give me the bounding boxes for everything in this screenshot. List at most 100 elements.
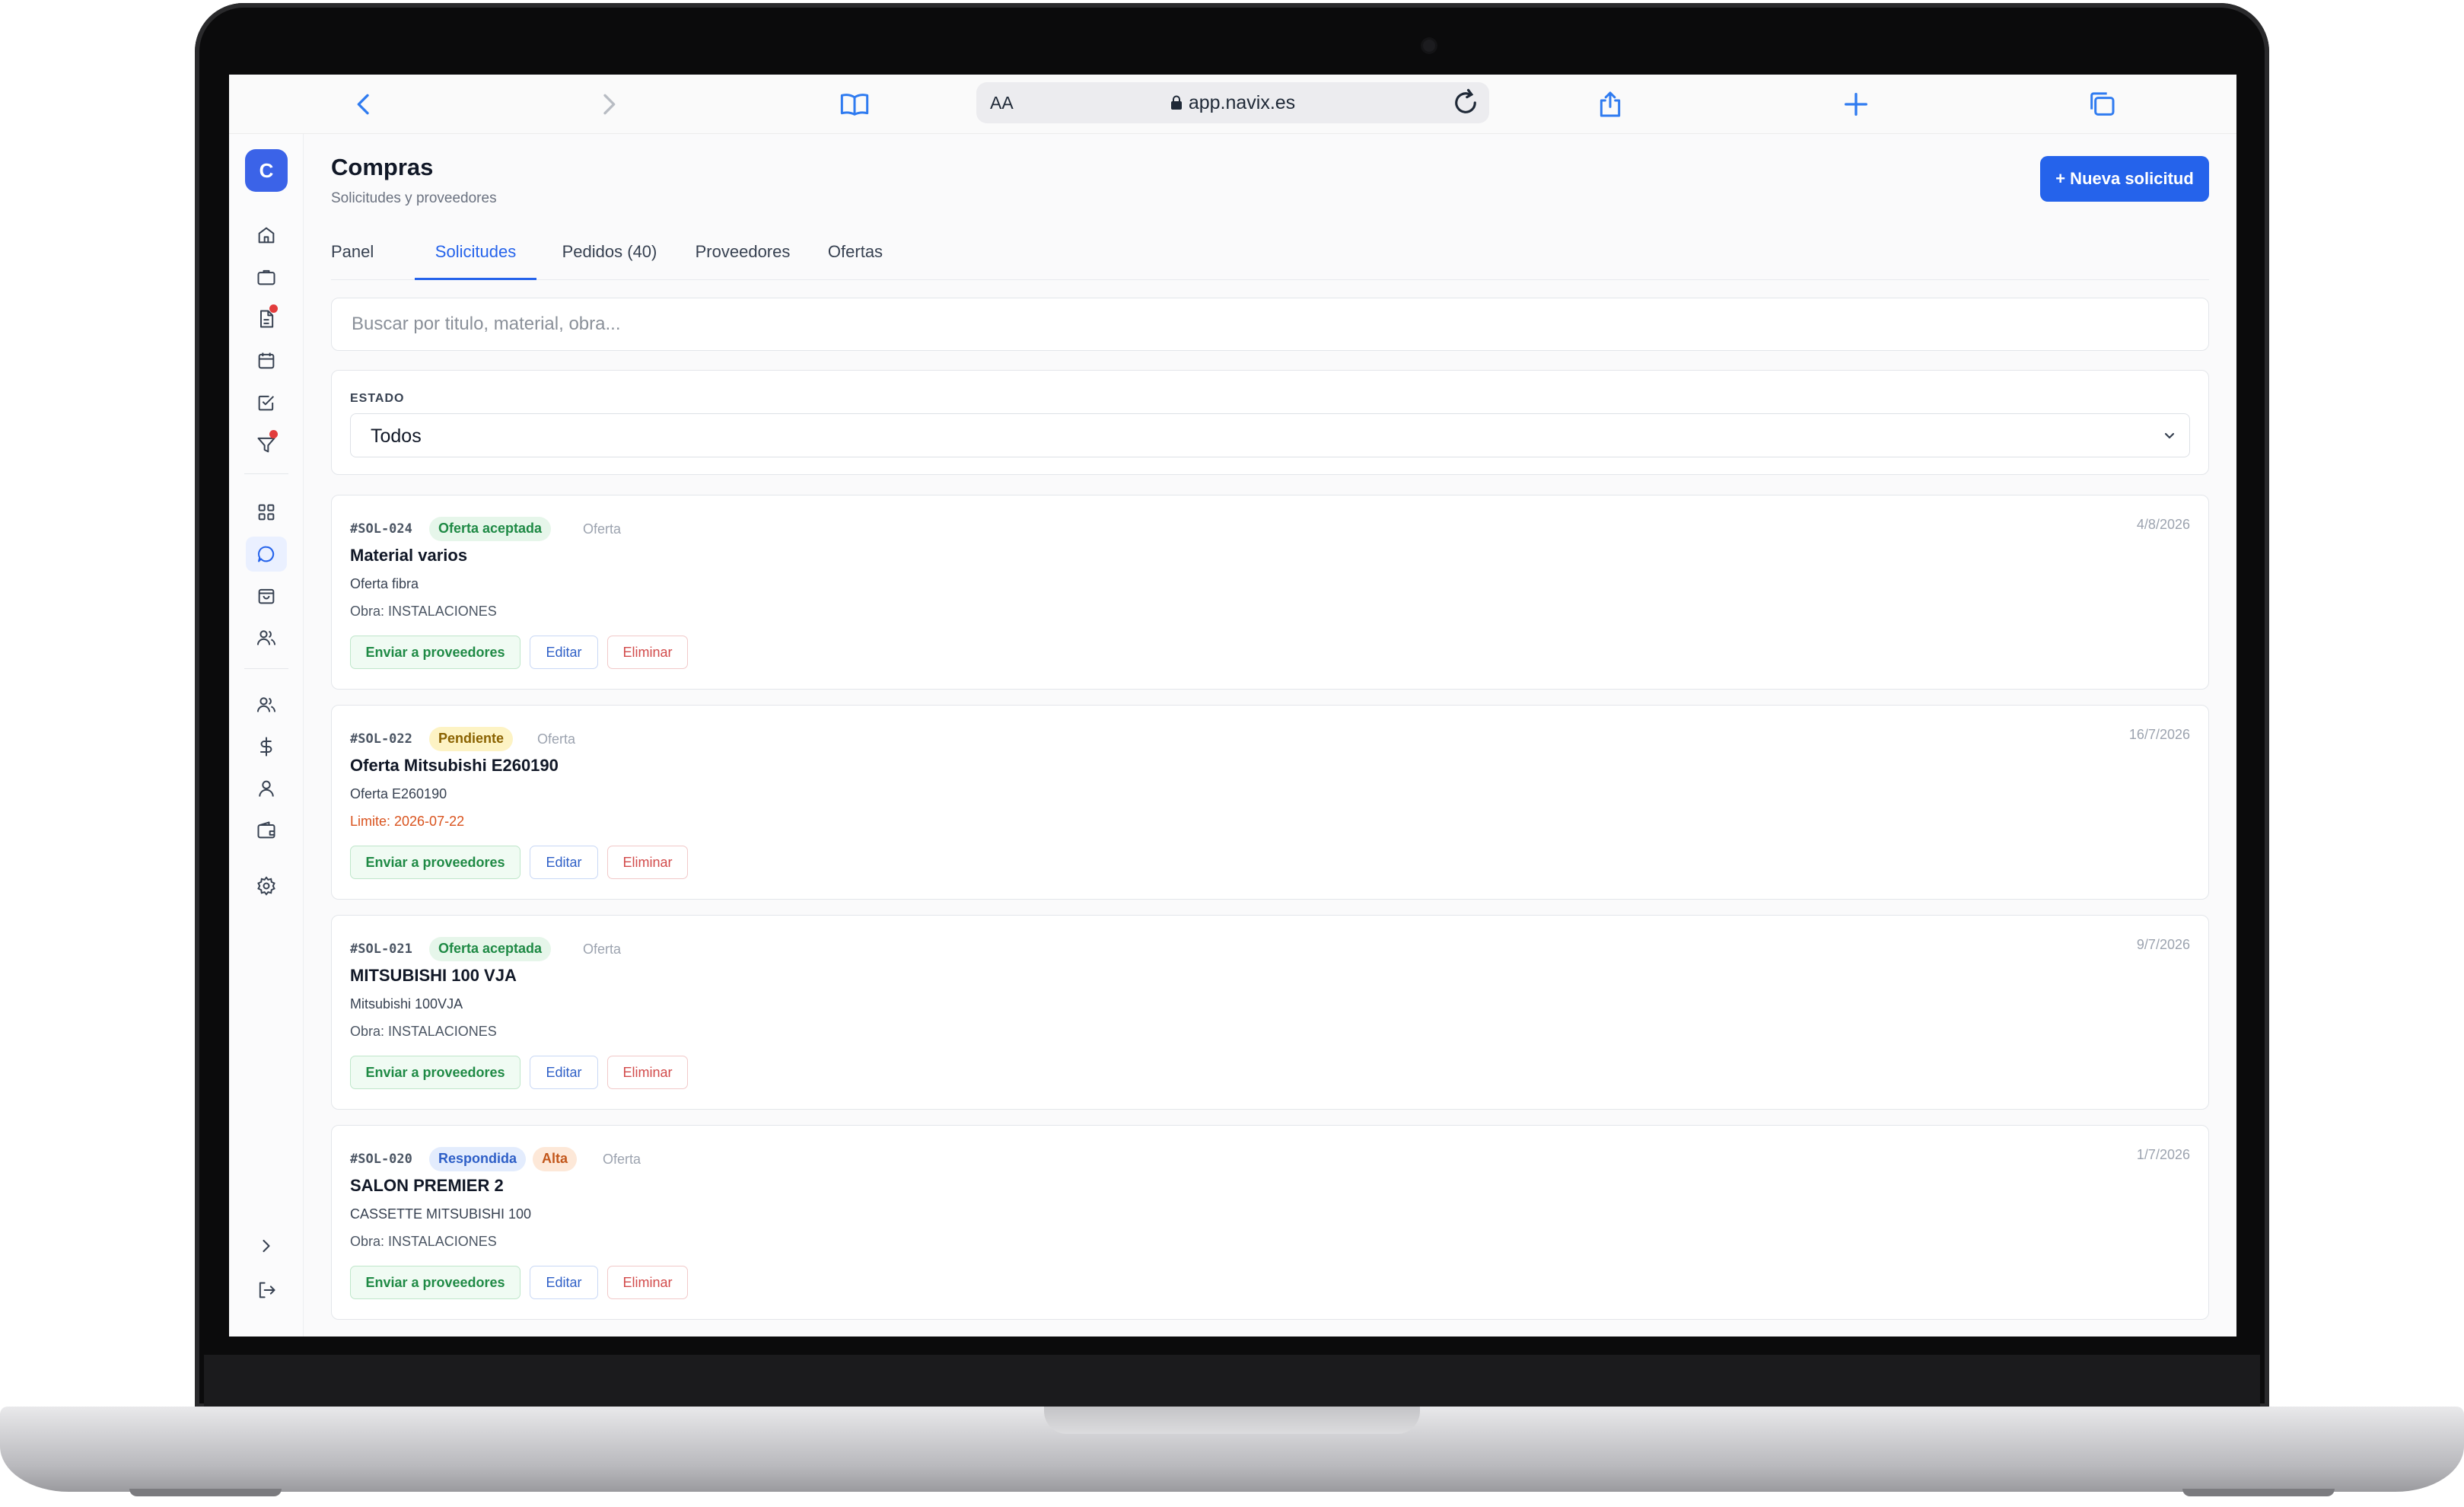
main-content: Compras Solicitudes y proveedores + Nuev… xyxy=(304,134,2236,1337)
delete-button[interactable]: Eliminar xyxy=(607,1056,688,1089)
tab-ofertas[interactable]: Ofertas xyxy=(826,231,885,280)
tab-panel[interactable]: Panel xyxy=(331,231,374,280)
laptop-hinge xyxy=(204,1355,2260,1408)
expand-icon[interactable] xyxy=(246,1228,287,1263)
status-select-value: Todos xyxy=(371,425,422,447)
request-date: 9/7/2026 xyxy=(2136,937,2190,952)
calendar-icon[interactable] xyxy=(246,343,287,378)
delete-button[interactable]: Eliminar xyxy=(607,846,688,879)
forward-icon[interactable] xyxy=(591,87,626,122)
grid-icon[interactable] xyxy=(246,495,287,530)
team-icon[interactable] xyxy=(246,687,287,722)
status-badge: Pendiente xyxy=(429,727,514,751)
notification-dot xyxy=(269,304,278,313)
dollar-icon[interactable] xyxy=(246,729,287,764)
edit-button[interactable]: Editar xyxy=(530,1266,598,1299)
reload-icon[interactable] xyxy=(1450,87,1482,119)
edit-button[interactable]: Editar xyxy=(530,636,598,669)
request-date: 16/7/2026 xyxy=(2128,727,2190,742)
sidebar-divider xyxy=(244,668,288,669)
shopping-bag-icon[interactable] xyxy=(246,578,287,613)
request-meta: Obra: INSTALACIONES xyxy=(350,1234,497,1249)
request-code: #SOL-024 xyxy=(350,521,412,537)
tab-proveedores[interactable]: Proveedores xyxy=(693,231,792,280)
sidebar: C xyxy=(229,134,304,1337)
send-to-suppliers-button[interactable]: Enviar a proveedores xyxy=(350,636,520,669)
laptop-foot xyxy=(129,1489,282,1496)
request-card[interactable]: #SOL-020 Respondida Alta Oferta 1/7/2026 SALO… xyxy=(331,1125,2209,1320)
edit-button[interactable]: Editar xyxy=(530,1056,598,1089)
request-title: Oferta Mitsubishi E260190 xyxy=(350,756,559,775)
request-date: 4/8/2026 xyxy=(2136,517,2190,532)
sidebar-divider xyxy=(244,473,288,474)
laptop-notch xyxy=(1044,1407,1420,1434)
search-input[interactable]: Buscar por titulo, material, obra... xyxy=(331,298,2209,351)
screen: AA app.navix.es C Compras Solicitudes y … xyxy=(229,75,2236,1337)
tabs-overview-icon[interactable] xyxy=(2084,87,2119,122)
status-badge: Oferta aceptada xyxy=(429,517,552,541)
wallet-icon[interactable] xyxy=(246,813,287,848)
request-description: Oferta fibra xyxy=(350,576,419,591)
request-kind: Oferta xyxy=(603,1152,641,1167)
request-card[interactable]: #SOL-021 Oferta aceptada Oferta 9/7/2026 MIT… xyxy=(331,915,2209,1110)
back-icon[interactable] xyxy=(346,87,381,122)
checklist-icon[interactable] xyxy=(246,385,287,420)
delete-button[interactable]: Eliminar xyxy=(607,1266,688,1299)
chevron-down-icon xyxy=(2164,432,2175,439)
request-title: SALON PREMIER 2 xyxy=(350,1176,504,1195)
request-description: Mitsubishi 100VJA xyxy=(350,996,463,1012)
status-filter: ESTADO Todos xyxy=(331,370,2209,475)
status-filter-label: ESTADO xyxy=(350,392,405,405)
send-to-suppliers-button[interactable]: Enviar a proveedores xyxy=(350,1266,520,1299)
notification-dot xyxy=(269,430,278,438)
address-bar[interactable]: AA app.navix.es xyxy=(976,82,1489,123)
filter-icon[interactable] xyxy=(246,427,287,462)
url-display: app.navix.es xyxy=(976,92,1489,114)
request-meta: Limite: 2026-07-22 xyxy=(350,814,465,829)
edit-button[interactable]: Editar xyxy=(530,846,598,879)
tab-pedidos[interactable]: Pedidos (40) xyxy=(559,231,660,280)
page-title: Compras xyxy=(331,154,434,180)
status-badge: Alta xyxy=(533,1147,578,1171)
logout-icon[interactable] xyxy=(246,1273,287,1308)
chat-icon[interactable] xyxy=(246,537,287,572)
bookmarks-icon[interactable] xyxy=(837,87,872,122)
request-code: #SOL-021 xyxy=(350,941,412,957)
camera xyxy=(1423,40,1435,52)
user-icon[interactable] xyxy=(246,771,287,806)
browser-toolbar: AA app.navix.es xyxy=(229,75,2236,134)
share-icon[interactable] xyxy=(1593,87,1628,122)
request-title: Material varios xyxy=(350,546,468,565)
url-text: app.navix.es xyxy=(1188,92,1296,113)
request-kind: Oferta xyxy=(537,731,576,747)
delete-button[interactable]: Eliminar xyxy=(607,636,688,669)
request-card[interactable]: #SOL-022 Pendiente Oferta 16/7/2026 Oferta M… xyxy=(331,705,2209,900)
request-title: MITSUBISHI 100 VJA xyxy=(350,966,517,985)
search-placeholder: Buscar por titulo, material, obra... xyxy=(352,314,621,334)
new-tab-icon[interactable] xyxy=(1838,87,1873,122)
send-to-suppliers-button[interactable]: Enviar a proveedores xyxy=(350,1056,520,1089)
request-date: 1/7/2026 xyxy=(2136,1147,2190,1162)
request-kind: Oferta xyxy=(583,521,622,537)
request-description: CASSETTE MITSUBISHI 100 xyxy=(350,1206,532,1222)
tab-bar: Panel Solicitudes Pedidos (40) Proveedor… xyxy=(331,231,2209,280)
send-to-suppliers-button[interactable]: Enviar a proveedores xyxy=(350,846,520,879)
request-code: #SOL-022 xyxy=(350,731,412,747)
settings-icon[interactable] xyxy=(246,868,287,903)
laptop-foot xyxy=(2182,1489,2335,1496)
users-icon[interactable] xyxy=(246,620,287,655)
tab-solicitudes[interactable]: Solicitudes xyxy=(415,231,536,280)
status-badge: Oferta aceptada xyxy=(429,937,552,961)
request-description: Oferta E260190 xyxy=(350,786,447,801)
document-icon[interactable] xyxy=(246,301,287,336)
briefcase-icon[interactable] xyxy=(246,260,287,295)
page-subtitle: Solicitudes y proveedores xyxy=(331,190,497,206)
new-request-button[interactable]: + Nueva solicitud xyxy=(2040,156,2209,202)
app-logo[interactable]: C xyxy=(245,149,288,192)
home-icon[interactable] xyxy=(246,218,287,253)
status-badge: Respondida xyxy=(429,1147,527,1171)
request-code: #SOL-020 xyxy=(350,1152,412,1167)
request-card[interactable]: #SOL-024 Oferta aceptada Oferta 4/8/2026 Mat… xyxy=(331,495,2209,690)
status-select[interactable]: Todos xyxy=(350,413,2190,457)
request-kind: Oferta xyxy=(583,941,622,957)
